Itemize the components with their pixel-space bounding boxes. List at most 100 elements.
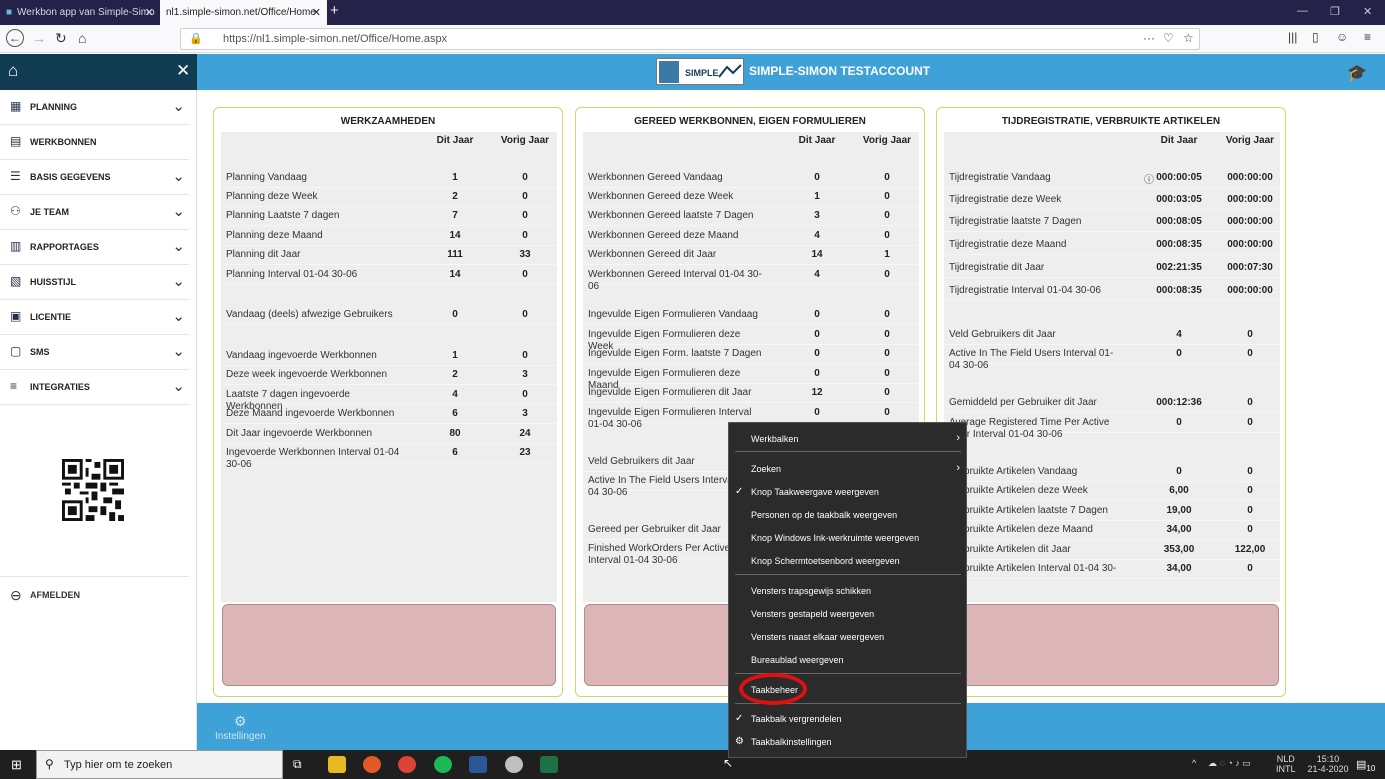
panel-chart-area (222, 604, 556, 686)
tray-icons[interactable]: ☁ ◌ ◔ ♪ ▭ (1208, 758, 1251, 768)
chevron-down-icon[interactable]: ⌄ (172, 272, 185, 290)
gear-icon: ⚙ (735, 736, 744, 747)
close-tab-icon[interactable]: ✕ (145, 6, 154, 19)
context-menu-item[interactable]: Knop Schermtoetsenbord weergeven (729, 551, 966, 573)
table-row: Planning dit Jaar 111 33 (221, 245, 557, 265)
sidebar-item-rapportages[interactable]: ▥ RAPPORTAGES ⌄ (0, 230, 189, 265)
clock[interactable]: 15:10 21-4-2020 (1304, 754, 1352, 774)
sidebar-item-huisstijl[interactable]: ▧ HUISSTIJL ⌄ (0, 265, 189, 300)
context-menu-item[interactable]: Vensters gestapeld weergeven (729, 604, 966, 626)
info-icon[interactable]: ⓘ (1144, 171, 1154, 186)
vpn-icon[interactable] (505, 756, 523, 773)
new-tab-icon[interactable]: + (330, 2, 339, 19)
close-sidebar-icon[interactable]: ✕ (176, 61, 190, 81)
logout-icon: ⊖ (10, 587, 22, 603)
value-this-year: 2 (452, 191, 458, 202)
table-row: Verbruikte Artikelen deze Week 6,00 0 (944, 481, 1280, 501)
value-last-year: 0 (1247, 397, 1253, 408)
chevron-down-icon[interactable]: ⌄ (172, 202, 185, 220)
more-icon[interactable]: ··· (1143, 31, 1155, 45)
context-menu-item[interactable]: ⚙ Taakbalkinstellingen (729, 732, 966, 754)
sidebar-item-werkbonnen[interactable]: ▤ WERKBONNEN (0, 125, 189, 160)
table-row: Verbruikte Artikelen Interval 01-04 30-0… (944, 559, 1280, 586)
sidebar-item-basis-gegevens[interactable]: ☰ BASIS GEGEVENS ⌄ (0, 160, 189, 195)
sidebar-item-planning[interactable]: ▦ PLANNING ⌄ (0, 90, 189, 125)
value-last-year: 0 (522, 210, 528, 221)
home-icon[interactable]: ⌂ (78, 30, 86, 46)
close-window-icon[interactable]: ✕ (1363, 5, 1372, 18)
file-explorer-icon[interactable] (328, 756, 346, 773)
menu-icon[interactable]: ≡ (1364, 30, 1371, 44)
back-icon[interactable]: ← (6, 29, 24, 47)
value-last-year: 0 (1247, 466, 1253, 477)
tray-chevron-icon[interactable]: ^ (1192, 758, 1196, 768)
context-menu-item[interactable]: Werkbalken › (729, 429, 966, 451)
pocket-icon[interactable]: ♡ (1163, 31, 1174, 45)
value-this-year: 4 (1176, 329, 1182, 340)
settings-icon[interactable]: ⚙ (234, 713, 247, 730)
value-this-year: 0 (814, 172, 820, 183)
context-menu-item[interactable]: Personen op de taakbalk weergeven (729, 505, 966, 527)
task-view-icon[interactable]: ⧉ (293, 757, 302, 772)
browser-tab-1[interactable]: ■ Werkbon app van Simple-Simo ✕ (0, 0, 160, 25)
value-this-year: 002:21:35 (1156, 262, 1202, 273)
sidebar-item-licentie[interactable]: ▣ LICENTIE ⌄ (0, 300, 189, 335)
context-menu-item[interactable]: ✓ Knop Taakweergave weergeven (729, 482, 966, 504)
chevron-down-icon[interactable]: ⌄ (172, 167, 185, 185)
minimize-icon[interactable]: — (1297, 5, 1308, 17)
context-menu-label: Taakbalk vergrendelen (751, 714, 842, 724)
chevron-down-icon[interactable]: ⌄ (172, 97, 185, 115)
context-menu-item[interactable]: Vensters naast elkaar weergeven (729, 627, 966, 649)
context-menu-item[interactable]: Vensters trapsgewijs schikken (729, 581, 966, 603)
context-menu-item[interactable]: Knop Windows Ink-werkruimte weergeven (729, 528, 966, 550)
url-bar[interactable]: 🔒 https://nl1.simple-simon.net/Office/Ho… (180, 28, 1200, 50)
bookmark-star-icon[interactable]: ☆ (1183, 31, 1194, 45)
chevron-down-icon[interactable]: ⌄ (172, 237, 185, 255)
chevron-down-icon[interactable]: ⌄ (172, 377, 185, 395)
chevron-down-icon[interactable]: ⌄ (172, 307, 185, 325)
spotify-icon[interactable] (434, 756, 452, 773)
reload-icon[interactable]: ↻ (55, 30, 67, 47)
graduation-cap-icon[interactable]: 🎓 (1347, 63, 1367, 83)
context-menu-item[interactable]: Zoeken › (729, 459, 966, 481)
context-menu-item[interactable]: Bureaublad weergeven (729, 650, 966, 672)
windows-start-icon[interactable]: ⊞ (11, 757, 22, 773)
account-icon[interactable]: ☺ (1336, 30, 1348, 44)
value-last-year: 0 (522, 269, 528, 280)
sidebar-item-integraties[interactable]: ≡ INTEGRATIES ⌄ (0, 370, 189, 405)
library-icon[interactable]: ||| (1288, 30, 1297, 44)
firefox-icon[interactable] (363, 756, 381, 773)
settings-label[interactable]: Instellingen (215, 731, 266, 742)
value-this-year: 14 (449, 269, 461, 280)
row-label: Deze week ingevoerde Werkbonnen (226, 369, 388, 380)
sidebar-header: ⌂ ✕ (0, 54, 197, 90)
forward-icon[interactable]: → (32, 30, 46, 46)
tab-1-label: Werkbon app van Simple-Simo (17, 7, 155, 18)
maximize-icon[interactable]: ❐ (1330, 5, 1340, 18)
notification-icon[interactable]: ▤10 (1356, 758, 1375, 773)
context-menu-item[interactable]: ✓ Taakbalk vergrendelen (729, 709, 966, 731)
value-last-year: 000:00:00 (1227, 285, 1273, 296)
taskbar-search[interactable]: ⚲ Typ hier om te zoeken (36, 750, 283, 779)
excel-icon[interactable] (540, 756, 558, 773)
table-row: Werkbonnen Gereed laatste 7 Dagen 3 0 (583, 206, 919, 226)
table-row: Verbruikte Artikelen deze Maand 34,00 0 (944, 520, 1280, 540)
row-label: Werkbonnen Gereed Interval 01-04 30-06 (588, 269, 762, 292)
word-icon[interactable] (469, 756, 487, 773)
chrome-icon[interactable] (398, 756, 416, 773)
chevron-down-icon[interactable]: ⌄ (172, 342, 185, 360)
browser-tab-2[interactable]: nl1.simple-simon.net/Office/Home ✕ (160, 0, 327, 25)
row-label: Planning deze Maand (226, 230, 323, 241)
close-tab-icon[interactable]: ✕ (312, 6, 321, 19)
sidebar-toggle-icon[interactable]: ▯ (1312, 30, 1319, 44)
logout-button[interactable]: ⊖ AFMELDEN (10, 587, 80, 604)
language-indicator[interactable]: NLD INTL (1276, 754, 1296, 774)
sidebar-item-je-team[interactable]: ⚇ JE TEAM ⌄ (0, 195, 189, 230)
value-this-year: 000:08:35 (1156, 285, 1202, 296)
sidebar-item-sms[interactable]: ▢ SMS ⌄ (0, 335, 189, 370)
home-icon[interactable]: ⌂ (8, 61, 18, 81)
table-row: Active In The Field Users Interval 01-04… (944, 344, 1280, 371)
table-row: Tijdregistratie laatste 7 Dagen 000:08:05… (944, 212, 1280, 232)
table-row: Verbruikte Artikelen laatste 7 Dagen 19,0… (944, 501, 1280, 521)
value-this-year: 000:12:36 (1156, 397, 1202, 408)
